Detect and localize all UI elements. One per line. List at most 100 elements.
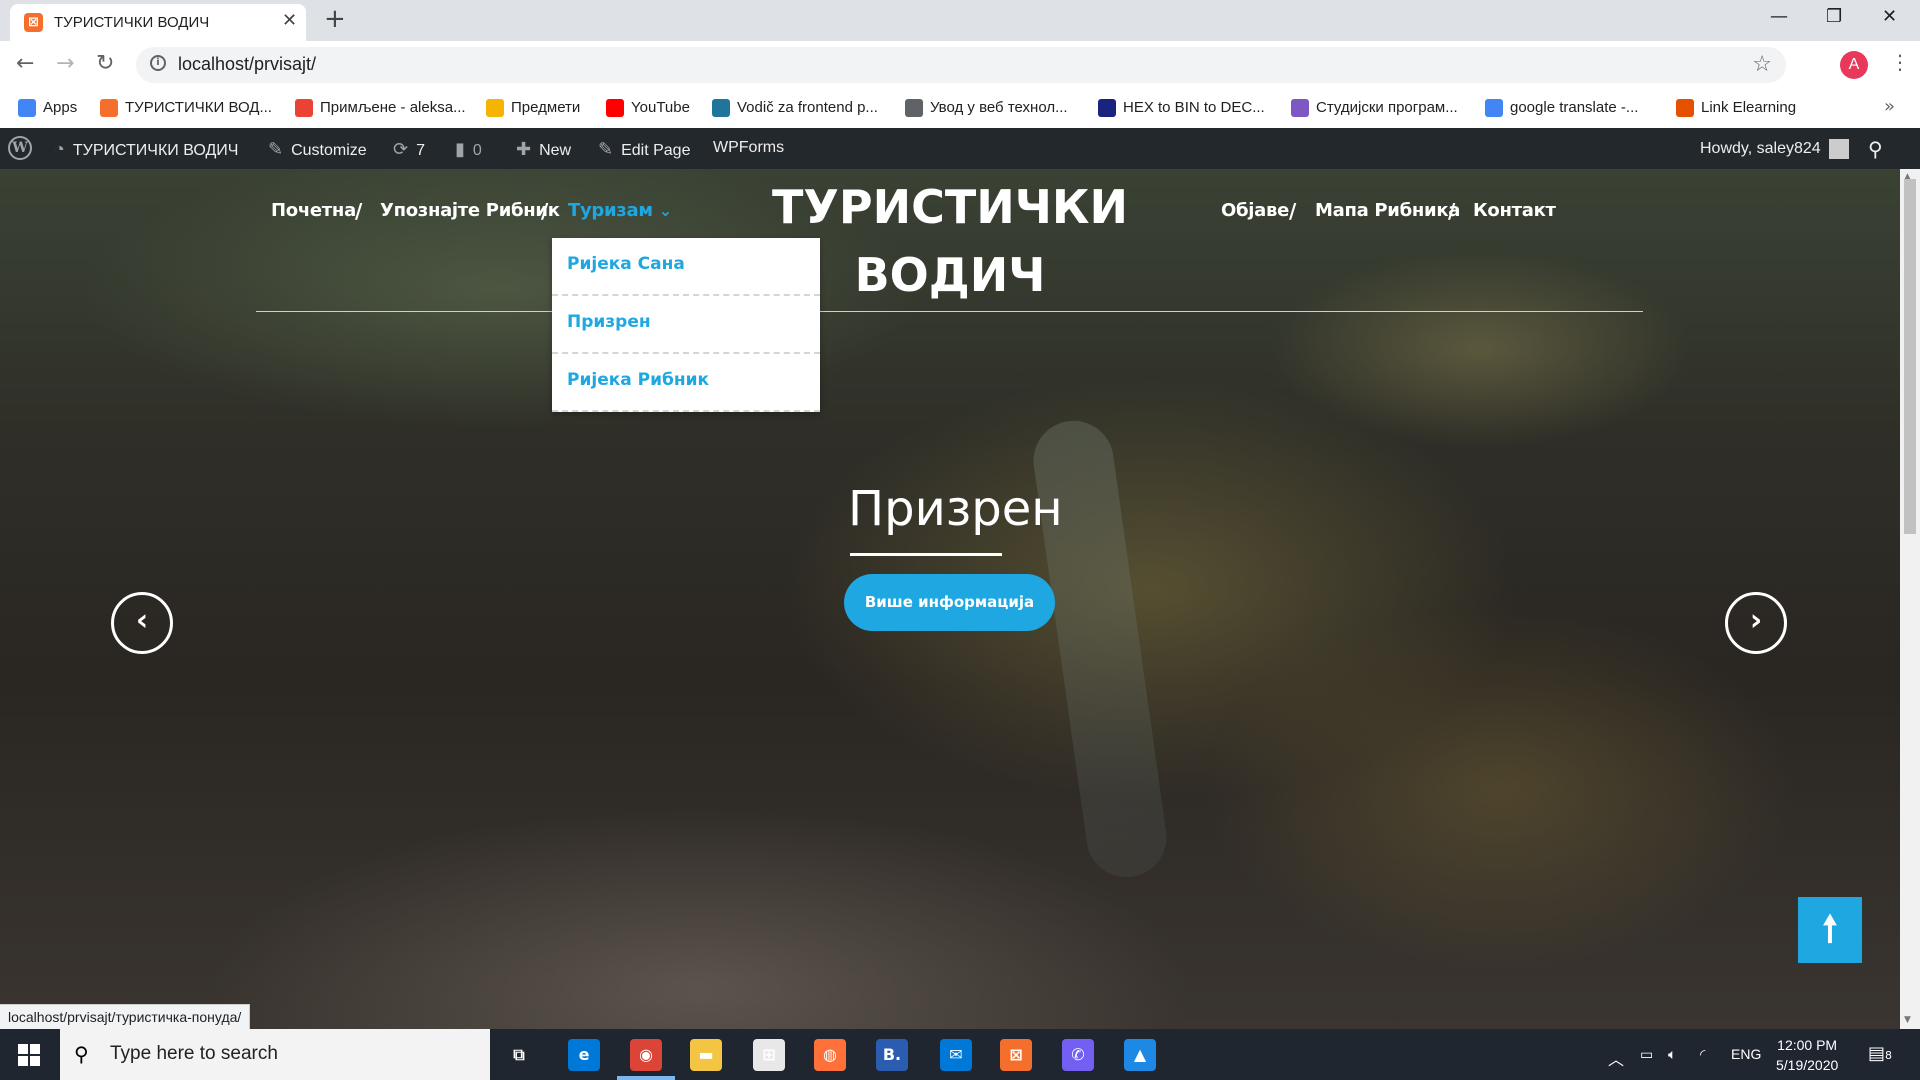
site-info-icon[interactable]: i bbox=[150, 55, 166, 71]
new-tab-button[interactable]: + bbox=[324, 4, 346, 34]
nav-map[interactable]: Мапа Рибника bbox=[1315, 200, 1460, 221]
bookmark-item[interactable]: HEX to BIN to DEC... bbox=[1098, 99, 1265, 118]
bookmark-item[interactable]: Увод у веб технол... bbox=[905, 99, 1068, 118]
close-window-button[interactable]: ✕ bbox=[1882, 6, 1897, 27]
bookmark-item[interactable]: YouTube bbox=[606, 99, 690, 118]
edge-icon[interactable]: e bbox=[568, 1039, 600, 1071]
wp-admin-bar: W ◔ ТУРИСТИЧКИ ВОДИЧ ✎ Customize ⟳ 7 ▮ 0 ✚ Ne… bbox=[0, 128, 1920, 169]
youtube-icon bbox=[606, 99, 624, 118]
browser-tab[interactable]: ⊠ ТУРИСТИЧКИ ВОДИЧ ✕ bbox=[10, 4, 306, 41]
url-text[interactable]: localhost/prvisajt/ bbox=[178, 54, 316, 75]
taskbar-clock[interactable]: 12:00 PM 5/19/2020 bbox=[1776, 1035, 1838, 1075]
bookmark-item[interactable]: Apps bbox=[18, 99, 78, 118]
bootstrap-studio-icon[interactable]: B. bbox=[876, 1039, 908, 1071]
bookmark-item[interactable]: Примљене - aleksa... bbox=[295, 99, 466, 118]
elearning-icon bbox=[1676, 99, 1694, 118]
wordpress-logo-icon[interactable]: W bbox=[8, 136, 32, 160]
dropdown-item-sana[interactable]: Ријека Сана bbox=[567, 254, 685, 274]
admin-site-name[interactable]: ◔ ТУРИСТИЧКИ ВОДИЧ bbox=[54, 139, 238, 160]
admin-search-icon[interactable]: ⚲ bbox=[1868, 137, 1883, 162]
notification-center-icon[interactable]: ▤8 bbox=[1868, 1043, 1892, 1064]
link-status-bubble: localhost/prvisajt/туристичка-понуда/ bbox=[0, 1004, 251, 1031]
hero-slider: Почетна / Упознајте Рибник / Туризам ⌄ Т… bbox=[0, 169, 1900, 1029]
forward-arrow-icon[interactable]: → bbox=[56, 51, 74, 76]
slide-title: Призрен bbox=[848, 481, 1063, 537]
google-icon bbox=[1485, 99, 1503, 118]
bookmark-label: ТУРИСТИЧКИ ВОД... bbox=[125, 99, 272, 116]
slider-next-button[interactable]: › bbox=[1725, 592, 1787, 654]
scroll-down-arrow-icon[interactable]: ▼ bbox=[1904, 1015, 1911, 1025]
search-icon: ⚲ bbox=[74, 1042, 89, 1066]
bookmarks-overflow-icon[interactable]: » bbox=[1884, 96, 1895, 117]
bookmark-item[interactable]: ТУРИСТИЧКИ ВОД... bbox=[100, 99, 272, 118]
admin-edit-page[interactable]: ✎ Edit Page bbox=[598, 139, 690, 160]
slider-prev-button[interactable]: ‹ bbox=[111, 592, 173, 654]
bookmark-label: HEX to BIN to DEC... bbox=[1123, 99, 1265, 116]
nav-separator: / bbox=[1448, 199, 1456, 223]
bookmark-item[interactable]: google translate -... bbox=[1485, 99, 1638, 118]
nav-separator: / bbox=[541, 199, 549, 223]
firefox-icon[interactable]: ◍ bbox=[814, 1039, 846, 1071]
admin-updates[interactable]: ⟳ 7 bbox=[393, 139, 425, 160]
viber-icon[interactable]: ✆ bbox=[1062, 1039, 1094, 1071]
browser-tab-bar: ⊠ ТУРИСТИЧКИ ВОДИЧ ✕ + — ❐ ✕ bbox=[0, 0, 1920, 41]
scrollbar-thumb[interactable] bbox=[1904, 179, 1916, 534]
notification-count: 8 bbox=[1885, 1049, 1893, 1062]
bookmark-star-icon[interactable]: ☆ bbox=[1752, 52, 1772, 77]
back-arrow-icon[interactable]: ← bbox=[16, 51, 34, 76]
wordpress-icon bbox=[712, 99, 730, 118]
photos-icon[interactable]: ▲ bbox=[1124, 1039, 1156, 1071]
bookmark-item[interactable]: Студијски програм... bbox=[1291, 99, 1458, 118]
scroll-to-top-button[interactable]: 🠕 bbox=[1798, 897, 1862, 963]
battery-icon[interactable]: ▭ bbox=[1640, 1046, 1653, 1063]
reload-icon[interactable]: ↻ bbox=[96, 51, 114, 76]
tab-close-icon[interactable]: ✕ bbox=[282, 10, 297, 31]
xampp-icon[interactable]: ⊠ bbox=[1000, 1039, 1032, 1071]
pencil-icon: ✎ bbox=[598, 139, 614, 159]
minimize-button[interactable]: — bbox=[1770, 6, 1788, 27]
bookmark-label: Apps bbox=[43, 99, 78, 116]
url-omnibox[interactable]: i localhost/prvisajt/ ☆ bbox=[136, 47, 1786, 83]
volume-icon[interactable]: 🔈︎ bbox=[1668, 1046, 1676, 1063]
updates-icon: ⟳ bbox=[393, 139, 409, 159]
admin-customize[interactable]: ✎ Customize bbox=[268, 139, 367, 160]
taskbar-search-box[interactable]: ⚲ Type here to search bbox=[60, 1029, 490, 1080]
maximize-button[interactable]: ❐ bbox=[1826, 6, 1842, 27]
chrome-menu-icon[interactable]: ⋮ bbox=[1890, 50, 1910, 74]
wifi-icon[interactable]: ◜ bbox=[1700, 1046, 1705, 1063]
bookmark-item[interactable]: Предмети bbox=[486, 99, 580, 118]
more-info-button[interactable]: Више информација bbox=[844, 574, 1055, 631]
page-scrollbar[interactable]: ▲ ▼ bbox=[1900, 169, 1920, 1029]
hex-converter-icon bbox=[1098, 99, 1116, 118]
bookmark-label: YouTube bbox=[631, 99, 690, 116]
admin-comments[interactable]: ▮ 0 bbox=[455, 139, 482, 160]
nav-contact[interactable]: Контакт bbox=[1473, 200, 1556, 221]
chevron-down-icon: ⌄ bbox=[658, 201, 672, 220]
store-icon[interactable]: ⊞ bbox=[753, 1039, 785, 1071]
chevron-right-icon: › bbox=[1749, 603, 1763, 638]
admin-user-account[interactable]: Howdy, saley824 bbox=[1700, 139, 1849, 159]
bookmark-item[interactable]: Link Elearning bbox=[1676, 99, 1796, 118]
profile-avatar[interactable]: A bbox=[1840, 51, 1868, 79]
nav-about-ribnik[interactable]: Упознајте Рибник bbox=[380, 200, 560, 221]
dropdown-item-prizren[interactable]: Призрен bbox=[567, 312, 651, 332]
nav-posts[interactable]: Објаве bbox=[1221, 200, 1289, 221]
task-view-icon[interactable]: ⧉ bbox=[503, 1039, 535, 1071]
clock-time: 12:00 PM bbox=[1777, 1037, 1838, 1053]
nav-home[interactable]: Почетна bbox=[271, 200, 356, 221]
bookmark-item[interactable]: Vodič za frontend p... bbox=[712, 99, 878, 118]
admin-wpforms[interactable]: WPForms bbox=[713, 139, 784, 157]
windows-start-icon[interactable] bbox=[18, 1044, 40, 1066]
bookmark-label: Увод у веб технол... bbox=[930, 99, 1068, 116]
nav-tourism[interactable]: Туризам ⌄ bbox=[568, 200, 672, 221]
chrome-icon[interactable]: ◉ bbox=[630, 1039, 662, 1071]
slide-title-underline bbox=[850, 553, 1002, 556]
dropdown-item-ribnik[interactable]: Ријека Рибник bbox=[567, 370, 709, 390]
mail-icon[interactable]: ✉ bbox=[940, 1039, 972, 1071]
bookmark-label: Vodič za frontend p... bbox=[737, 99, 878, 116]
file-explorer-icon[interactable]: ▬ bbox=[690, 1039, 722, 1071]
tray-overflow-chevron-icon[interactable]: ︿ bbox=[1608, 1046, 1624, 1070]
nav-separator: / bbox=[1289, 199, 1297, 223]
input-language[interactable]: ENG bbox=[1731, 1046, 1761, 1062]
admin-new[interactable]: ✚ New bbox=[516, 139, 571, 160]
